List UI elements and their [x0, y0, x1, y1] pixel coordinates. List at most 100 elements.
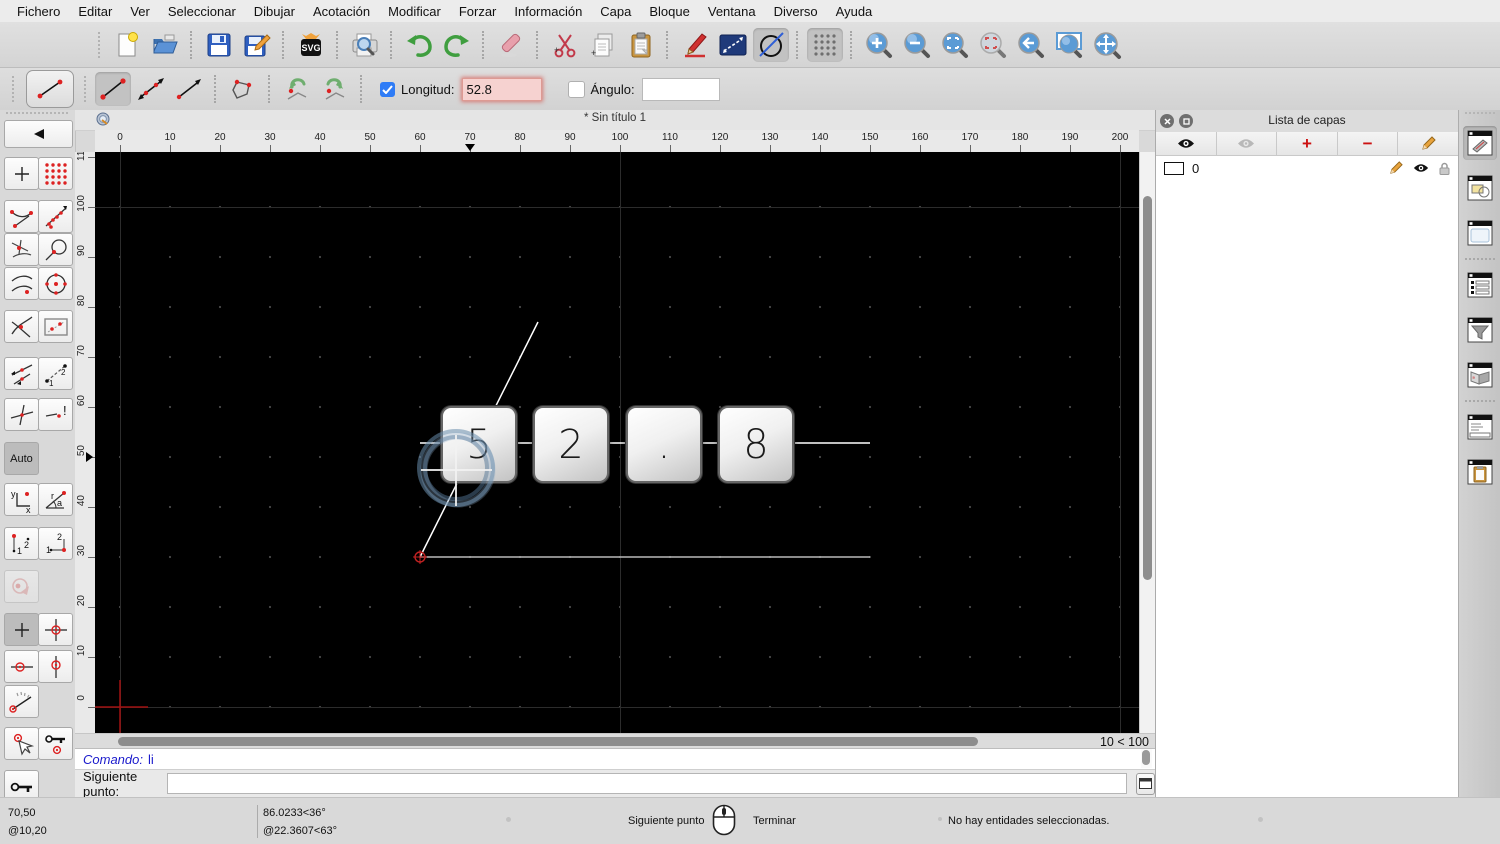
- layer-lock-icon[interactable]: [1439, 162, 1450, 175]
- snap-free-button[interactable]: [4, 157, 39, 190]
- zoom-selected-button[interactable]: [975, 28, 1011, 62]
- dock-clipboard-button[interactable]: [1463, 455, 1497, 489]
- hide-all-layers-button[interactable]: [1217, 132, 1278, 155]
- grid-toggle-button[interactable]: [807, 28, 843, 62]
- undo-button[interactable]: [401, 28, 437, 62]
- snap-sequence-button[interactable]: 12: [38, 357, 73, 390]
- menu-editar[interactable]: Editar: [69, 1, 121, 22]
- menu-capa[interactable]: Capa: [591, 1, 640, 22]
- line-two-points-button[interactable]: [95, 72, 131, 106]
- snap-on-entity-button[interactable]: [38, 200, 73, 233]
- menu-seleccionar[interactable]: Seleccionar: [159, 1, 245, 22]
- restrict-parallel-button[interactable]: [4, 357, 39, 390]
- snap-restriction-box-button[interactable]: [38, 310, 73, 343]
- zoom-window-button[interactable]: [1051, 28, 1087, 62]
- coordinate-cartesian-button[interactable]: yx: [4, 483, 39, 516]
- menu-información[interactable]: Información: [505, 1, 591, 22]
- corner-2-1-button[interactable]: 12: [38, 527, 73, 560]
- toolbar-handle[interactable]: [6, 112, 68, 114]
- menu-acotación[interactable]: Acotación: [304, 1, 379, 22]
- copy-button[interactable]: +: [585, 28, 621, 62]
- measure-distance-button[interactable]: [715, 28, 751, 62]
- back-button[interactable]: [4, 120, 73, 148]
- toolbar-handle[interactable]: [12, 76, 16, 102]
- dock-wall-button[interactable]: ≋: [1463, 358, 1497, 392]
- key-target-button[interactable]: [38, 727, 73, 760]
- menu-forzar[interactable]: Forzar: [450, 1, 506, 22]
- dock-library-button[interactable]: [1463, 216, 1497, 250]
- length-checkbox[interactable]: [380, 82, 395, 97]
- menu-ventana[interactable]: Ventana: [699, 1, 765, 22]
- zoom-out-button[interactable]: [899, 28, 935, 62]
- draw-pen-button[interactable]: [677, 28, 713, 62]
- print-preview-button[interactable]: [347, 28, 383, 62]
- coordinate-polar-button[interactable]: ra: [38, 483, 73, 516]
- dock-block-list-button[interactable]: [1463, 171, 1497, 205]
- current-tool-indicator[interactable]: [26, 70, 74, 108]
- dock-layer-list-button[interactable]: [1463, 126, 1497, 160]
- undo-segment-button[interactable]: [279, 72, 315, 106]
- menu-ayuda[interactable]: Ayuda: [827, 1, 882, 22]
- target-horizontal-button[interactable]: [4, 650, 39, 683]
- layer-visibility-icon[interactable]: [1413, 163, 1429, 173]
- redo-button[interactable]: [439, 28, 475, 62]
- snap-tangent-button[interactable]: [38, 233, 73, 266]
- cut-button[interactable]: +: [547, 28, 583, 62]
- save-as-button[interactable]: [239, 28, 275, 62]
- export-svg-button[interactable]: SVG: [293, 28, 329, 62]
- menu-modificar[interactable]: Modificar: [379, 1, 450, 22]
- toolbar-handle[interactable]: [98, 32, 102, 58]
- keyboard-toggle-button[interactable]: [1136, 773, 1155, 795]
- snap-endpoint-button[interactable]: [4, 200, 39, 233]
- restrict-exclusive-button[interactable]: !: [38, 398, 73, 431]
- snap-intersection-manual-button[interactable]: [4, 233, 39, 266]
- open-file-button[interactable]: [147, 28, 183, 62]
- dock-entity-list-button[interactable]: [1463, 268, 1497, 302]
- angle-input[interactable]: [642, 78, 720, 101]
- zoom-pan-button[interactable]: [1089, 28, 1125, 62]
- zoom-in-button[interactable]: [861, 28, 897, 62]
- length-input[interactable]: 52.8: [462, 78, 542, 101]
- layer-edit-icon[interactable]: [1389, 161, 1403, 175]
- vertical-scrollbar[interactable]: [1139, 152, 1156, 733]
- menu-fichero[interactable]: Fichero: [8, 1, 69, 22]
- toolbar-handle[interactable]: [84, 76, 88, 102]
- command-history[interactable]: Comando: li: [75, 748, 1155, 769]
- menu-dibujar[interactable]: Dibujar: [245, 1, 304, 22]
- line-horizontal-button[interactable]: [171, 72, 207, 106]
- menu-bloque[interactable]: Bloque: [640, 1, 698, 22]
- edit-layer-button[interactable]: [1398, 132, 1458, 155]
- snap-distance-button[interactable]: [4, 267, 39, 300]
- layer-color-swatch[interactable]: [1164, 162, 1184, 175]
- snap-auto-button[interactable]: Auto: [4, 442, 39, 475]
- horizontal-scrollbar-thumb[interactable]: [118, 737, 978, 746]
- menu-diverso[interactable]: Diverso: [765, 1, 827, 22]
- pointer-target-button[interactable]: [4, 727, 39, 760]
- toolbar-handle[interactable]: [1465, 112, 1495, 114]
- menu-ver[interactable]: Ver: [121, 1, 159, 22]
- remove-layer-button[interactable]: −: [1338, 132, 1399, 155]
- line-angle-button[interactable]: [133, 72, 169, 106]
- circle-line-tool-button[interactable]: [753, 28, 789, 62]
- angle-checkbox[interactable]: [568, 81, 585, 98]
- command-scrollbar-thumb[interactable]: [1142, 750, 1150, 765]
- dock-filter-button[interactable]: [1463, 313, 1497, 347]
- corner-1-2-button[interactable]: 12: [4, 527, 39, 560]
- target-vertical-button[interactable]: [38, 650, 73, 683]
- snap-center-button[interactable]: [38, 267, 73, 300]
- zoom-auto-button[interactable]: [937, 28, 973, 62]
- horizontal-scrollbar[interactable]: 10 < 100: [75, 733, 1155, 749]
- vertical-scrollbar-thumb[interactable]: [1143, 196, 1152, 580]
- save-button[interactable]: [201, 28, 237, 62]
- snap-grid-button[interactable]: [38, 157, 73, 190]
- layer-row[interactable]: 0: [1156, 157, 1458, 179]
- redo-segment-button[interactable]: [317, 72, 353, 106]
- dock-command-widget-button[interactable]: [1463, 410, 1497, 444]
- new-document-button[interactable]: [109, 28, 145, 62]
- snap-intersection-button[interactable]: [4, 310, 39, 343]
- restrict-crossing-button[interactable]: [4, 398, 39, 431]
- command-scrollbar[interactable]: [1141, 749, 1152, 768]
- delete-button[interactable]: [493, 28, 529, 62]
- relative-zero-target-button[interactable]: [38, 613, 73, 646]
- relative-zero-plus-button[interactable]: [4, 613, 39, 646]
